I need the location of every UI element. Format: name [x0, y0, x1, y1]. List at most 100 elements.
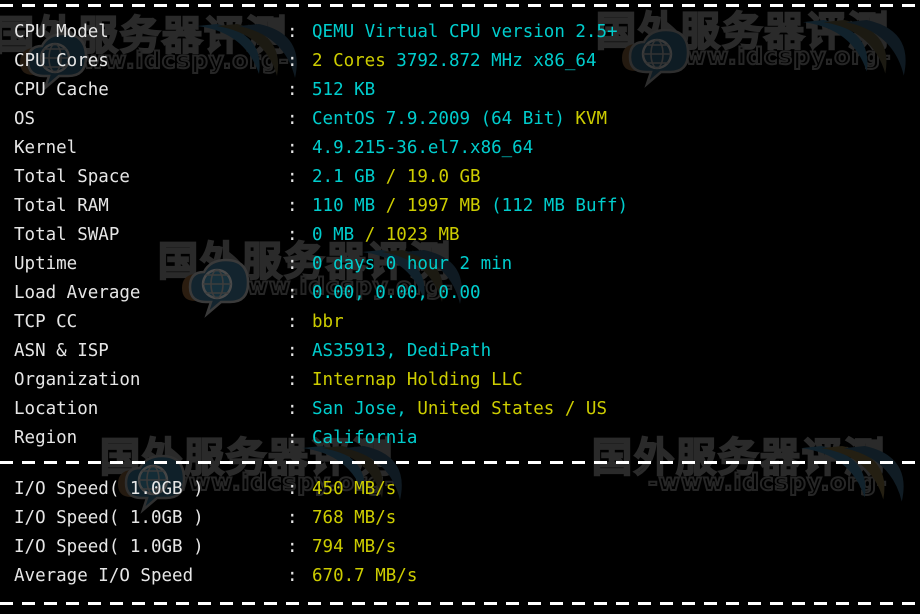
- info-row-separator: :: [287, 341, 298, 361]
- info-row-separator: :: [287, 109, 298, 129]
- info-row-separator: :: [287, 167, 298, 187]
- info-row-label: Region: [14, 428, 78, 448]
- info-row-value-segment: 0 days 0 hour 2 min: [312, 254, 513, 274]
- info-row-value: 4.9.215-36.el7.x86_64: [312, 134, 533, 163]
- info-row-value: 670.7 MB/s: [312, 562, 417, 591]
- info-row: I/O Speed( 1.0GB ):794 MB/s: [0, 533, 920, 562]
- info-row-value-segment: United States / US: [417, 399, 608, 419]
- separator-line-bottom: [0, 602, 920, 605]
- separator-line-middle: [0, 461, 920, 464]
- info-row: Total SWAP:0 MB / 1023 MB: [0, 221, 920, 250]
- info-row: CPU Cache:512 KB: [0, 76, 920, 105]
- info-row-separator: :: [287, 312, 298, 332]
- info-row: Load Average:0.00, 0.00, 0.00: [0, 279, 920, 308]
- info-row-label: Organization: [14, 370, 141, 390]
- info-row: Uptime:0 days 0 hour 2 min: [0, 250, 920, 279]
- info-row: Region: California: [0, 424, 920, 453]
- info-row-value-segment: KVM: [575, 109, 608, 129]
- info-row-value-segment: 0.00, 0.00, 0.00: [312, 283, 481, 303]
- info-row-label: Load Average: [14, 283, 141, 303]
- info-row-label: Location: [14, 399, 99, 419]
- info-row-separator: :: [287, 138, 298, 158]
- separator-line-top: [0, 4, 920, 7]
- info-row-label: ASN & ISP: [14, 341, 109, 361]
- info-row-value: QEMU Virtual CPU version 2.5+: [312, 18, 618, 47]
- info-row-value: California: [312, 424, 417, 453]
- info-row-value-segment: (112 MB Buff): [491, 196, 629, 216]
- info-row-value-segment: QEMU Virtual CPU version 2.5+: [312, 22, 618, 42]
- info-row-separator: :: [287, 399, 298, 419]
- info-row-value: 0.00, 0.00, 0.00: [312, 279, 481, 308]
- info-row-value: AS35913, DediPath: [312, 337, 491, 366]
- info-row-value: San Jose, United States / US: [312, 395, 607, 424]
- info-row-label: I/O Speed( 1.0GB ): [14, 508, 204, 528]
- info-row-separator: :: [287, 80, 298, 100]
- info-row: Average I/O Speed:670.7 MB/s: [0, 562, 920, 591]
- info-row: Organization: Internap Holding LLC: [0, 366, 920, 395]
- info-row-value-segment: 768 MB/s: [312, 508, 397, 528]
- info-row: Kernel:4.9.215-36.el7.x86_64: [0, 134, 920, 163]
- info-row-value: 450 MB/s: [312, 475, 396, 504]
- info-row-value-segment: Internap Holding LLC: [312, 370, 523, 390]
- info-row-value-segment: / 1997 MB: [385, 196, 492, 216]
- info-row-label: Kernel: [14, 138, 78, 158]
- info-row-value: 768 MB/s: [312, 504, 396, 533]
- info-row-label: OS: [14, 109, 36, 129]
- info-row-separator: :: [287, 370, 298, 390]
- info-row-value-segment: 2 Cores: [312, 51, 386, 71]
- info-row: Total RAM:110 MB / 1997 MB (112 MB Buff): [0, 192, 920, 221]
- info-row-separator: :: [287, 196, 298, 216]
- info-row-value-segment: 670.7 MB/s: [312, 566, 418, 586]
- info-row-value-segment: San Jose,: [312, 399, 418, 419]
- info-row-value-segment: bbr: [312, 312, 344, 332]
- info-row-separator: :: [287, 283, 298, 303]
- info-row-value-segment: 450 MB/s: [312, 479, 397, 499]
- info-row-label: I/O Speed( 1.0GB ): [14, 537, 204, 557]
- info-row-label: I/O Speed( 1.0GB ): [14, 479, 204, 499]
- info-row-separator: :: [287, 508, 298, 528]
- info-row-value-segment: 794 MB/s: [312, 537, 397, 557]
- info-row-separator: :: [287, 479, 298, 499]
- info-row-value-segment: 4.9.215-36.el7.x86_64: [312, 138, 534, 158]
- info-row-value: 2.1 GB / 19.0 GB: [312, 163, 481, 192]
- info-row-value-segment: California: [312, 428, 418, 448]
- info-row-label: CPU Model: [14, 22, 109, 42]
- info-row-label: Uptime: [14, 254, 78, 274]
- info-row-value: CentOS 7.9.2009 (64 Bit) KVM: [312, 105, 607, 134]
- info-row-value: 110 MB / 1997 MB (112 MB Buff): [312, 192, 628, 221]
- info-row-label: TCP CC: [14, 312, 78, 332]
- info-row: CPU Model: QEMU Virtual CPU version 2.5+: [0, 18, 920, 47]
- info-row-value: Internap Holding LLC: [312, 366, 523, 395]
- info-row-value-segment: 0 MB: [312, 225, 365, 245]
- info-row-label: CPU Cores: [14, 51, 109, 71]
- info-row-separator: :: [287, 51, 298, 71]
- info-row-value: bbr: [312, 308, 344, 337]
- info-row-value-segment: 110 MB: [312, 196, 386, 216]
- info-row-value-segment: 2.1 GB: [312, 167, 386, 187]
- info-row-value-segment: 3792.872 MHz x86_64: [385, 51, 597, 71]
- info-row-label: Average I/O Speed: [14, 566, 194, 586]
- info-row-value-segment: 512 KB: [312, 80, 376, 100]
- info-row-label: Total SWAP: [14, 225, 120, 245]
- info-row-value: 794 MB/s: [312, 533, 396, 562]
- info-row-value: 0 days 0 hour 2 min: [312, 250, 512, 279]
- info-row: OS: CentOS 7.9.2009 (64 Bit) KVM: [0, 105, 920, 134]
- info-row-value-segment: / 19.0 GB: [385, 167, 481, 187]
- info-row-separator: :: [287, 225, 298, 245]
- info-row: CPU Cores:2 Cores 3792.872 MHz x86_64: [0, 47, 920, 76]
- info-row-separator: :: [287, 566, 298, 586]
- info-row-label: Total Space: [14, 167, 130, 187]
- info-row: Location: San Jose, United States / US: [0, 395, 920, 424]
- info-row-label: Total RAM: [14, 196, 109, 216]
- info-row-value-segment: / 1023 MB: [364, 225, 460, 245]
- info-row: I/O Speed( 1.0GB ):450 MB/s: [0, 475, 920, 504]
- terminal-output: CPU Model: QEMU Virtual CPU version 2.5+ C…: [0, 0, 920, 614]
- info-row-value-segment: AS35913, DediPath: [312, 341, 492, 361]
- info-row: TCP CC: bbr: [0, 308, 920, 337]
- info-row-separator: :: [287, 22, 298, 42]
- info-row: ASN & ISP: AS35913, DediPath: [0, 337, 920, 366]
- terminal-window: 国外服务器评测 -www.idcspy.org- 国外服务器评测 -www.id…: [0, 0, 920, 614]
- info-row-value: 2 Cores 3792.872 MHz x86_64: [312, 47, 596, 76]
- info-row-value: 0 MB / 1023 MB: [312, 221, 460, 250]
- info-row-separator: :: [287, 428, 298, 448]
